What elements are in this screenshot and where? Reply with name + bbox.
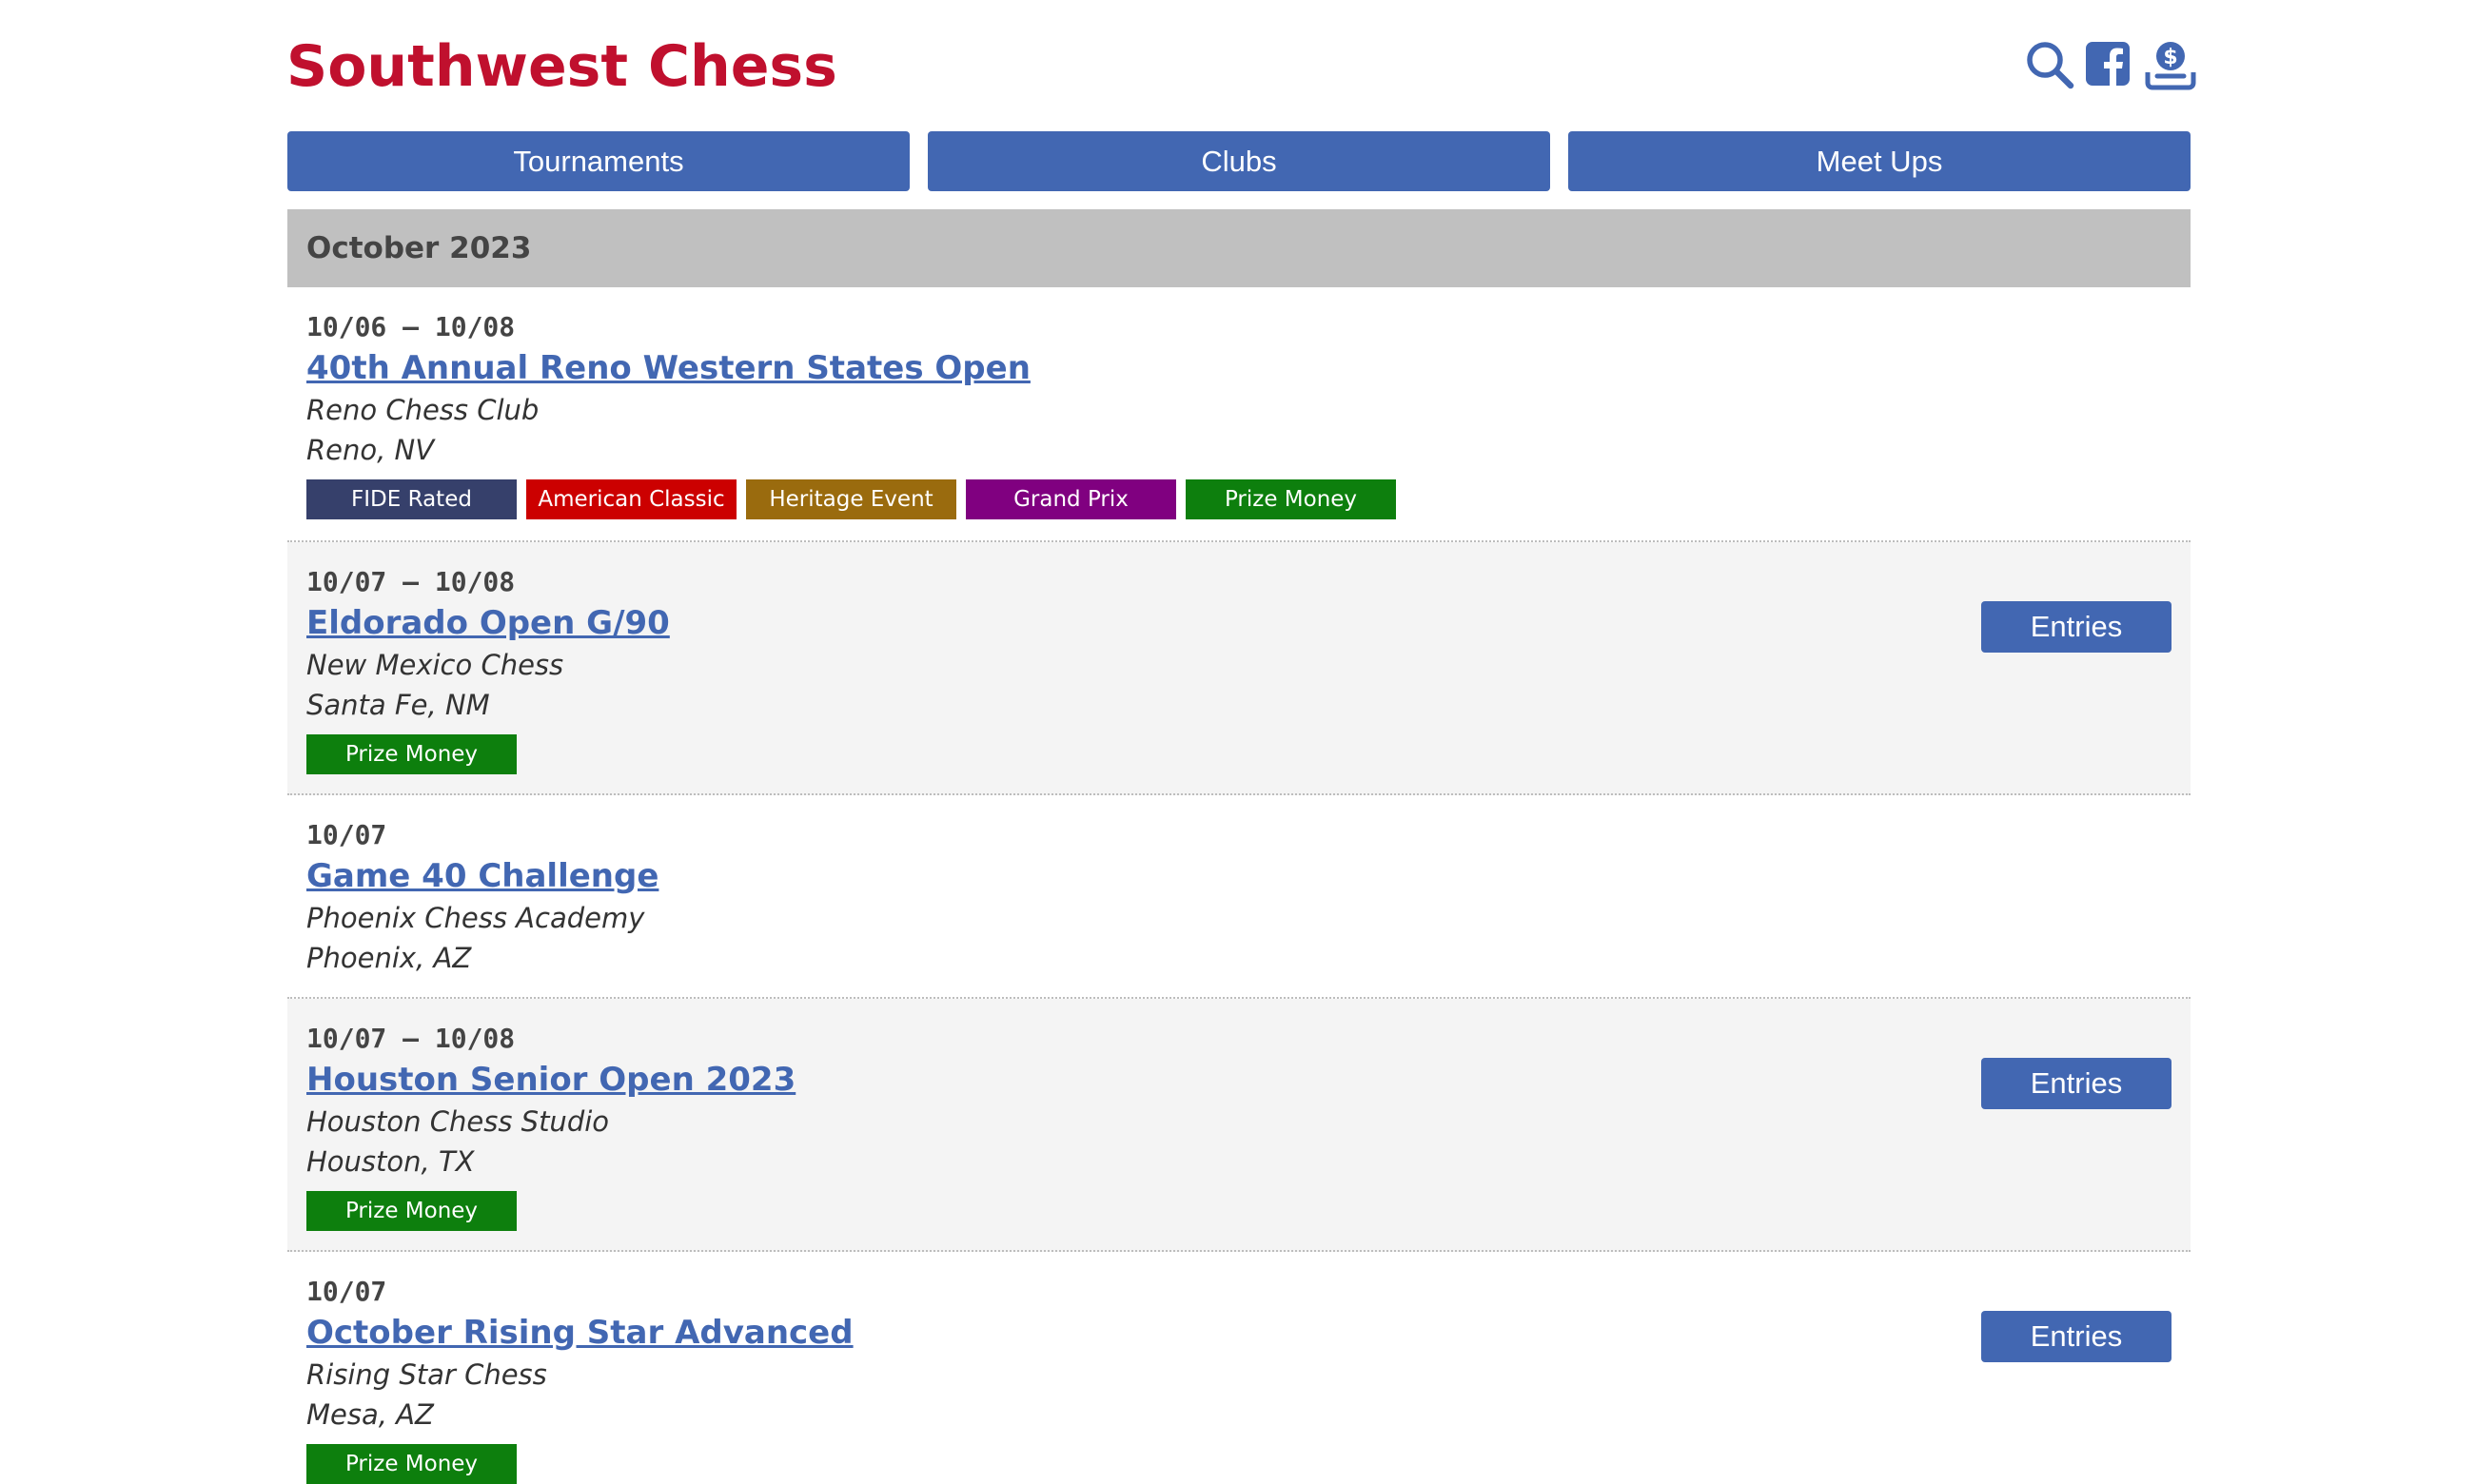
tag-fide-rated: FIDE Rated <box>306 479 517 519</box>
event-item: 10/06 – 10/08 40th Annual Reno Western S… <box>287 287 2191 542</box>
event-dates: 10/07 <box>306 1276 387 1307</box>
event-dates: 10/07 – 10/08 <box>306 566 516 597</box>
event-title-link[interactable]: October Rising Star Advanced <box>306 1311 854 1355</box>
month-label: October 2023 <box>306 231 532 265</box>
tag-prize-money: Prize Money <box>1186 479 1396 519</box>
event-organizer: Reno Chess Club <box>306 394 540 426</box>
site-title[interactable]: Southwest Chess <box>286 29 837 105</box>
event-tags: Prize Money <box>306 734 2171 774</box>
event-tags: Prize Money <box>306 1444 2171 1484</box>
event-item: 10/07 Game 40 Challenge Phoenix Chess Ac… <box>287 795 2191 999</box>
tag-american-classic: American Classic <box>526 479 737 519</box>
tag-prize-money: Prize Money <box>306 734 517 774</box>
nav-tournaments-button[interactable]: Tournaments <box>287 131 910 191</box>
main-nav: Tournaments Clubs Meet Ups <box>287 131 2191 191</box>
page: Southwest Chess $ Tournaments Clubs Meet… <box>0 0 2476 1484</box>
tag-heritage-event: Heritage Event <box>746 479 956 519</box>
entries-button[interactable]: Entries <box>1981 1311 2171 1362</box>
event-dates: 10/07 <box>306 819 387 850</box>
event-title-link[interactable]: 40th Annual Reno Western States Open <box>306 346 1031 390</box>
event-organizer: New Mexico Chess <box>306 649 564 681</box>
event-organizer: Houston Chess Studio <box>306 1105 610 1138</box>
event-location: Reno, NV <box>306 434 435 466</box>
event-organizer: Phoenix Chess Academy <box>306 902 645 934</box>
event-location: Phoenix, AZ <box>306 942 472 974</box>
tag-prize-money: Prize Money <box>306 1444 517 1484</box>
tag-prize-money: Prize Money <box>306 1191 517 1231</box>
entries-button[interactable]: Entries <box>1981 601 2171 653</box>
search-icon[interactable] <box>2023 38 2076 91</box>
event-tags: Prize Money <box>306 1191 2171 1231</box>
facebook-icon[interactable] <box>2082 38 2135 91</box>
tag-grand-prix: Grand Prix <box>966 479 1176 519</box>
event-list: 10/06 – 10/08 40th Annual Reno Western S… <box>287 287 2191 1484</box>
month-header: October 2023 <box>287 209 2191 287</box>
event-location: Santa Fe, NM <box>306 689 490 721</box>
event-location: Houston, TX <box>306 1145 475 1178</box>
event-title-link[interactable]: Eldorado Open G/90 <box>306 601 670 645</box>
event-dates: 10/07 – 10/08 <box>306 1023 516 1054</box>
event-location: Mesa, AZ <box>306 1398 434 1431</box>
entries-button[interactable]: Entries <box>1981 1058 2171 1109</box>
nav-clubs-button[interactable]: Clubs <box>928 131 1550 191</box>
svg-text:$: $ <box>2163 46 2177 69</box>
event-dates: 10/06 – 10/08 <box>306 311 516 342</box>
event-item: 10/07 – 10/08 Eldorado Open G/90 New Mex… <box>287 542 2191 795</box>
event-item: 10/07 October Rising Star Advanced Risin… <box>287 1252 2191 1484</box>
donate-icon[interactable]: $ <box>2144 38 2197 91</box>
nav-meetups-button[interactable]: Meet Ups <box>1568 131 2191 191</box>
event-item: 10/07 – 10/08 Houston Senior Open 2023 H… <box>287 999 2191 1252</box>
event-title-link[interactable]: Game 40 Challenge <box>306 854 658 898</box>
event-title-link[interactable]: Houston Senior Open 2023 <box>306 1058 796 1102</box>
event-organizer: Rising Star Chess <box>306 1358 547 1391</box>
event-tags: FIDE Rated American Classic Heritage Eve… <box>306 479 2171 519</box>
